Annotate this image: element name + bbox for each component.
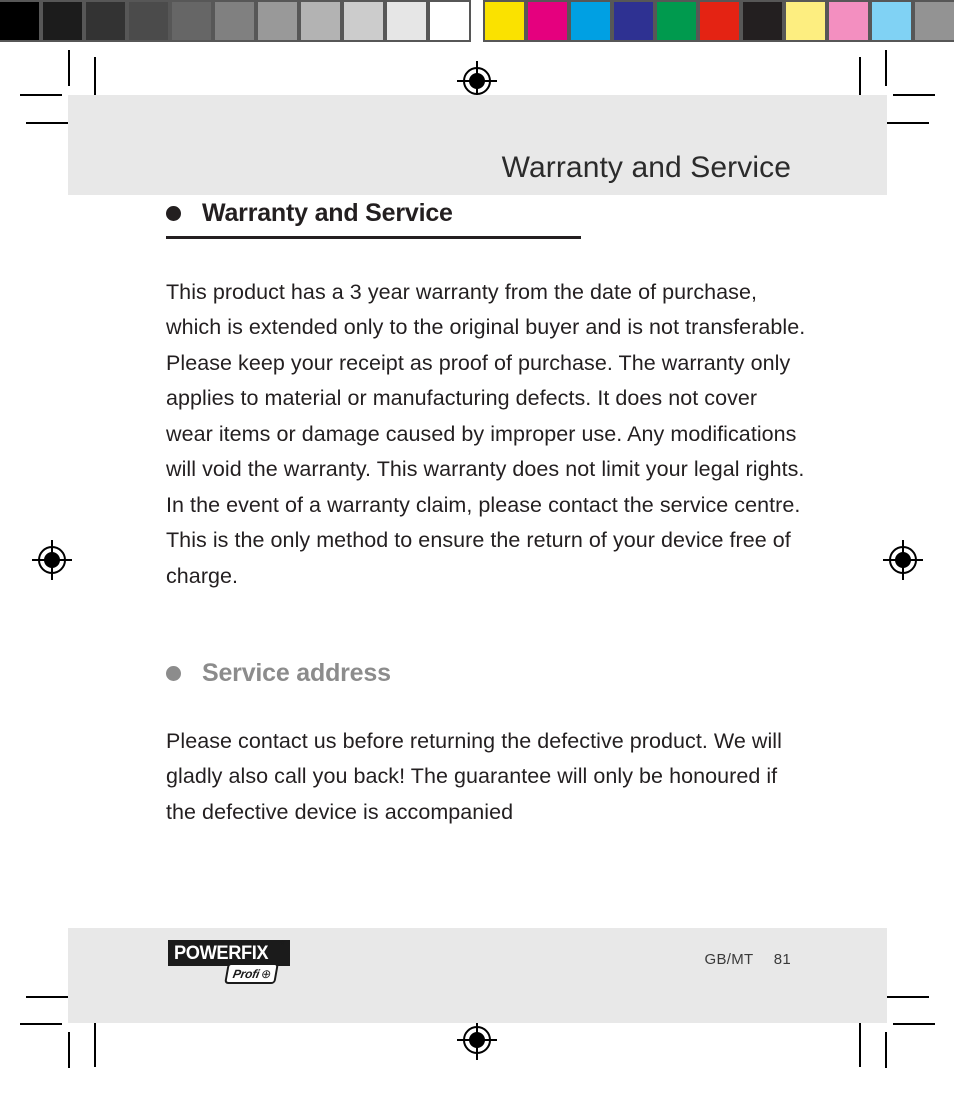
powerfix-logo-profi-badge: Profi ⊕ (224, 963, 280, 984)
section-paragraph-warranty: This product has a 3 year warranty from … (166, 279, 806, 588)
registration-mark-right (881, 538, 925, 582)
color-swatch-2 (571, 2, 610, 40)
grayscale-swatch-1 (43, 2, 82, 40)
section-heading-label: Warranty and Service (202, 199, 453, 227)
section-heading-label: Service address (202, 659, 391, 687)
grayscale-swatch-7 (301, 2, 340, 40)
page-header-title: Warranty and Service (501, 151, 791, 184)
footer-page-number: 81 (773, 951, 791, 968)
grayscale-swatch-4 (172, 2, 211, 40)
section-warranty-and-service: Warranty and Service This product has a … (166, 199, 806, 594)
section-paragraph-service-address: Please contact us before returning the d… (166, 728, 782, 824)
grayscale-swatch-group (0, 0, 471, 42)
crop-mark-bottom-right-horizontal-outer (893, 1023, 935, 1025)
crop-mark-bottom-left-vertical-inner (94, 1017, 96, 1067)
grayscale-swatch-3 (129, 2, 168, 40)
crop-mark-top-right-horizontal-outer (893, 94, 935, 96)
page-content: Warranty and Service This product has a … (166, 199, 806, 830)
crop-mark-top-right-vertical-outer (885, 50, 887, 86)
page-footer-band: POWERFIX * Profi ⊕ GB/MT 81 (68, 928, 887, 1023)
crop-mark-bottom-left-horizontal-outer (20, 1023, 62, 1025)
footer-locale-label: GB/MT (704, 951, 754, 968)
crop-mark-bottom-right-vertical-outer (885, 1032, 887, 1068)
registration-mark-left (30, 538, 74, 582)
color-swatch-7 (786, 2, 825, 40)
powerfix-logo: POWERFIX * Profi ⊕ (168, 937, 308, 984)
registration-mark-bottom (455, 1018, 499, 1062)
color-swatch-3 (614, 2, 653, 40)
grayscale-swatch-2 (86, 2, 125, 40)
crop-mark-top-left-vertical-outer (68, 50, 70, 86)
grayscale-swatch-9 (387, 2, 426, 40)
powerfix-logo-wordmark: POWERFIX (174, 943, 269, 964)
crop-mark-bottom-left-vertical-outer (68, 1032, 70, 1068)
crosshair-circle-icon: ⊕ (260, 966, 273, 981)
color-swatch-0 (485, 2, 524, 40)
bullet-dot-icon (166, 666, 181, 682)
powerfix-logo-profi-text: Profi (231, 966, 261, 981)
color-swatch-6 (743, 2, 782, 40)
bullet-dot-icon (166, 206, 181, 222)
section-heading-service-address: Service address (166, 659, 806, 688)
grayscale-swatch-6 (258, 2, 297, 40)
grayscale-swatch-8 (344, 2, 383, 40)
color-swatch-10 (915, 2, 954, 40)
crop-mark-top-left-horizontal-outer (20, 94, 62, 96)
crop-mark-bottom-right-vertical-inner (859, 1017, 861, 1067)
section-heading-warranty: Warranty and Service (166, 199, 806, 228)
footer-page-info: GB/MT 81 (705, 951, 792, 968)
print-calibration-bar (0, 0, 954, 42)
color-swatch-4 (657, 2, 696, 40)
color-swatch-8 (829, 2, 868, 40)
color-swatch-group (483, 0, 954, 42)
color-swatch-1 (528, 2, 567, 40)
grayscale-swatch-0 (0, 2, 39, 40)
page-header-band: Warranty and Service (68, 95, 887, 195)
section-service-address: Service address Please contact us before… (166, 659, 806, 830)
powerfix-logo-trademark-icon: * (280, 937, 286, 952)
grayscale-swatch-10 (430, 2, 469, 40)
color-swatch-5 (700, 2, 739, 40)
grayscale-swatch-5 (215, 2, 254, 40)
color-swatch-9 (872, 2, 911, 40)
